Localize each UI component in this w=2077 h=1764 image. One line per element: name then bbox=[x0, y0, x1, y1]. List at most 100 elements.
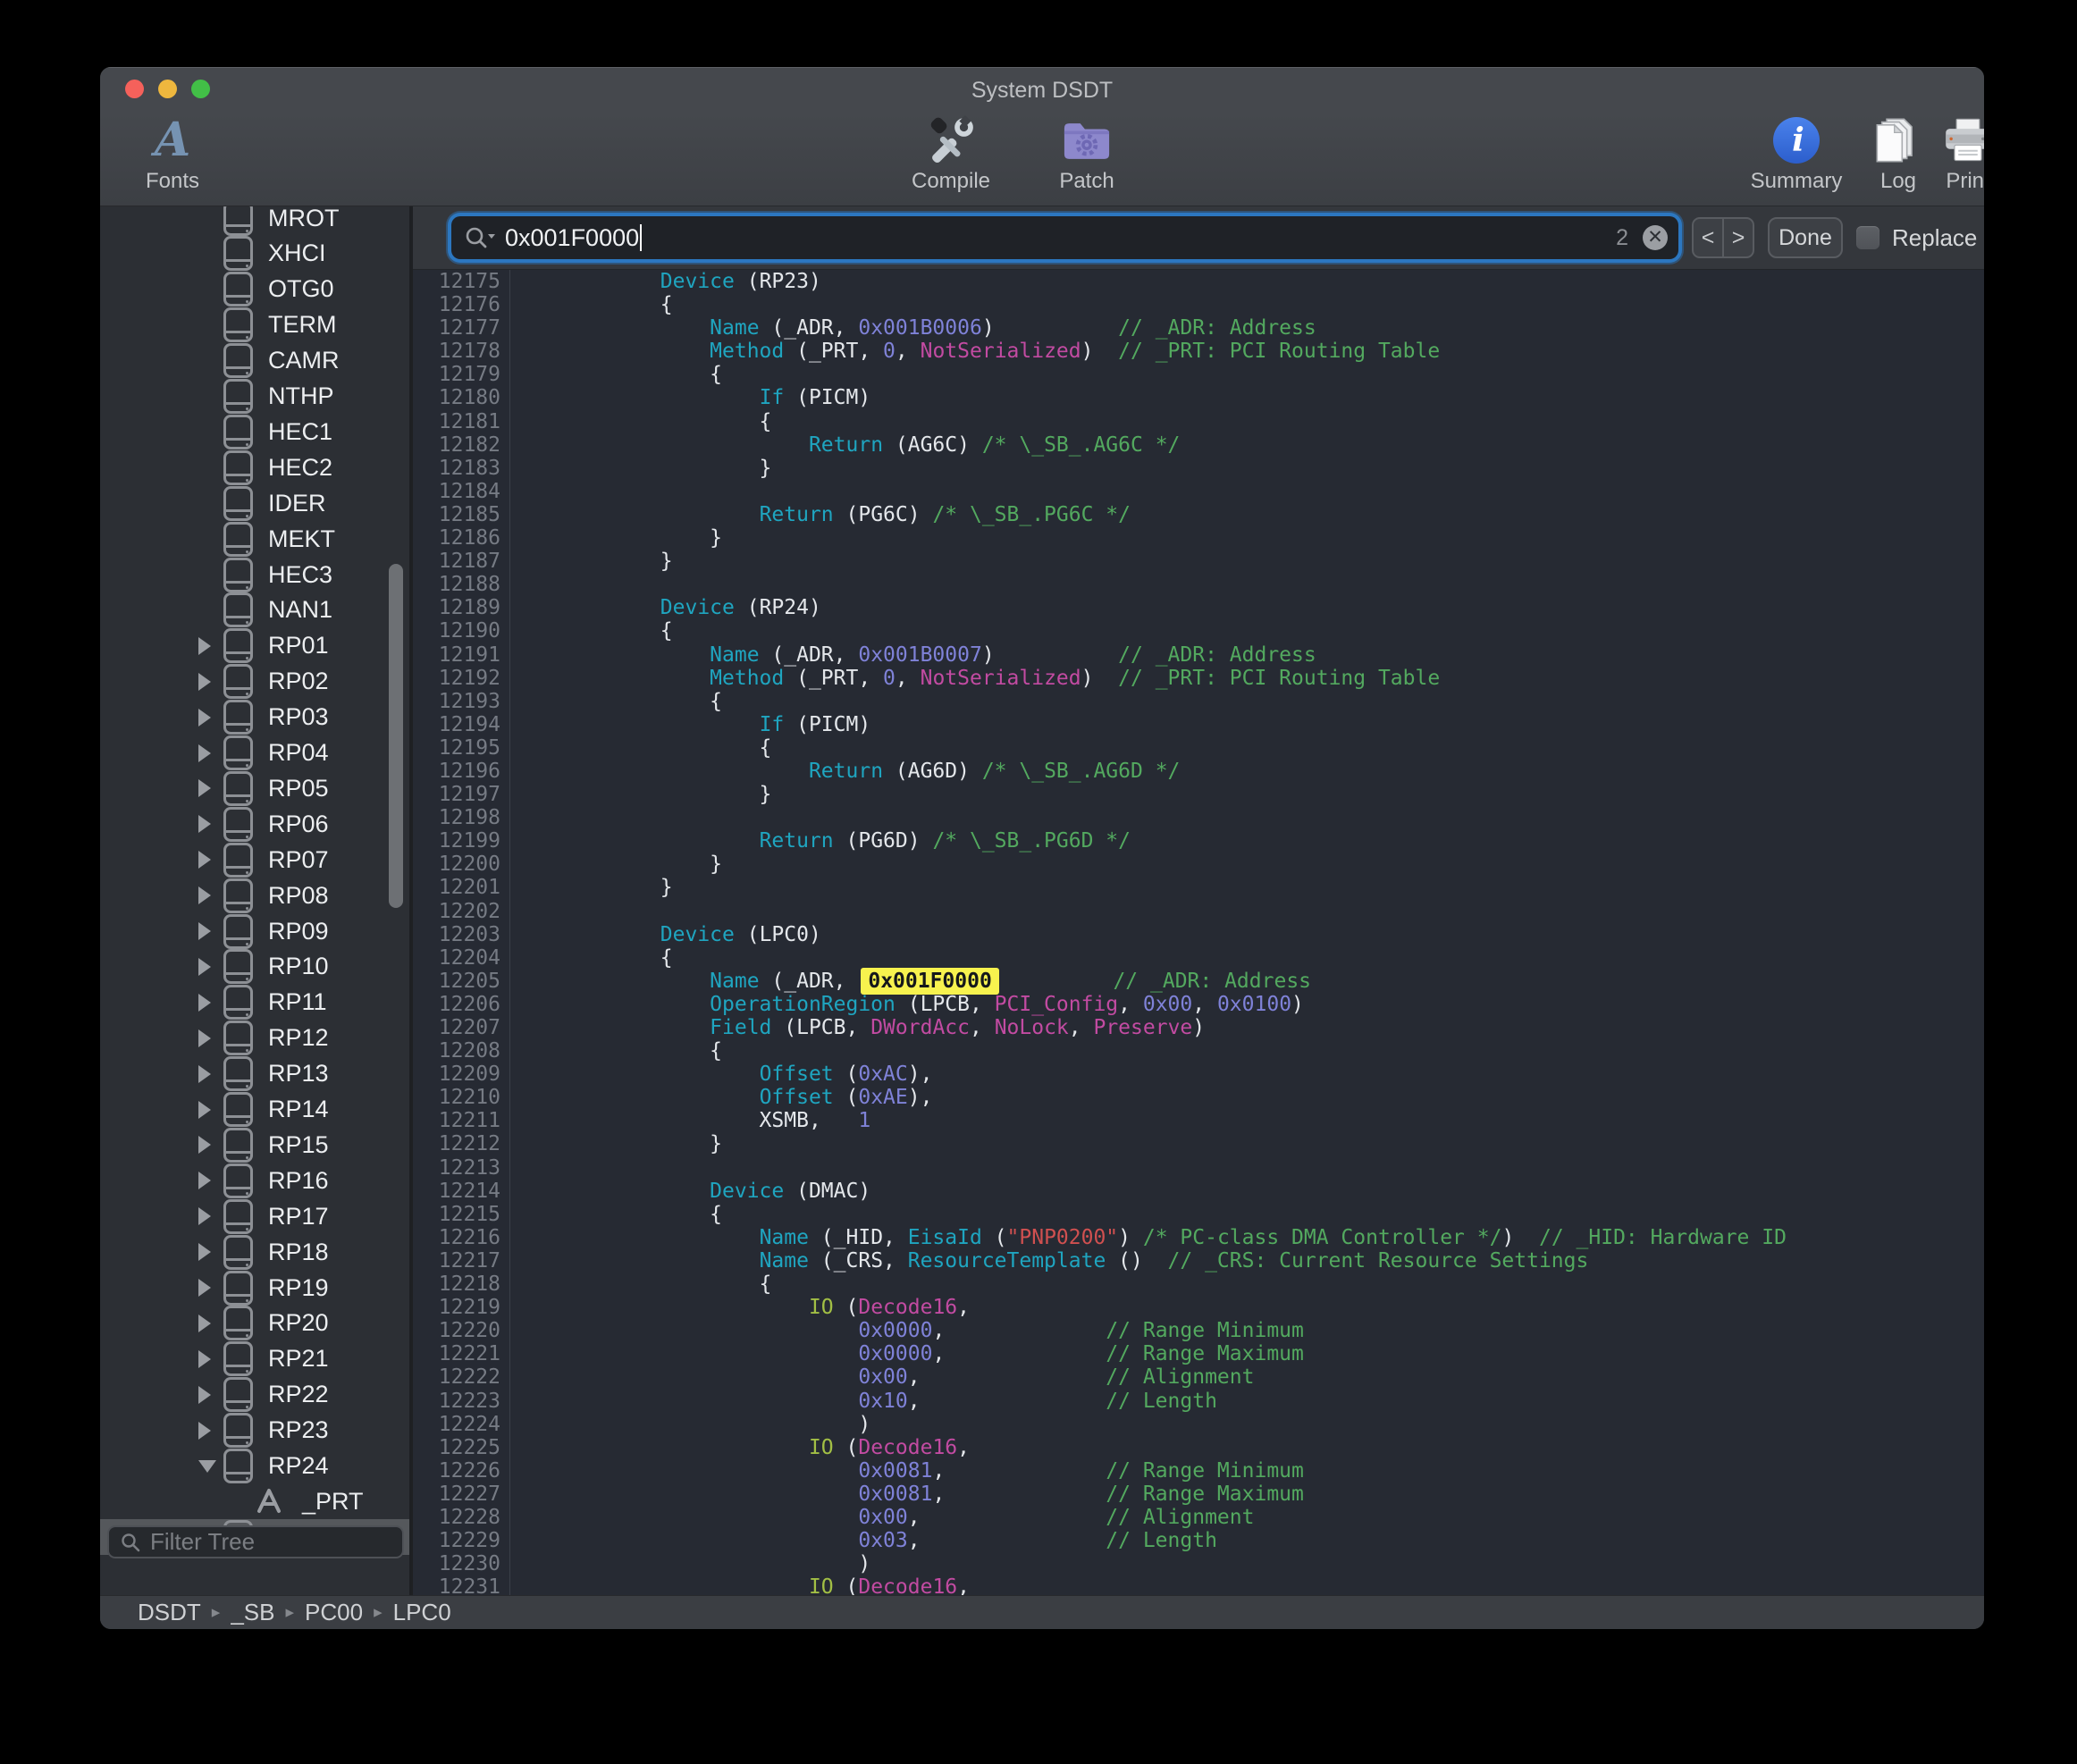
sidebar-item-hec2[interactable]: HEC2 bbox=[100, 449, 409, 485]
title-bar[interactable]: System DSDT bbox=[100, 67, 1984, 113]
sidebar-item-rp21[interactable]: RP21 bbox=[100, 1341, 409, 1377]
summary-button[interactable]: i Summary bbox=[1734, 115, 1859, 194]
code-line[interactable]: 12214 Device (DMAC) bbox=[413, 1180, 1984, 1203]
code-line[interactable]: 12221 0x0000, // Range Maximum bbox=[413, 1342, 1984, 1365]
sidebar-item-rp18[interactable]: RP18 bbox=[100, 1234, 409, 1270]
sidebar-item-rp15[interactable]: RP15 bbox=[100, 1127, 409, 1163]
sidebar-item-rp11[interactable]: RP11 bbox=[100, 985, 409, 1021]
sidebar-item-rp10[interactable]: RP10 bbox=[100, 949, 409, 985]
sidebar-item-rp17[interactable]: RP17 bbox=[100, 1198, 409, 1234]
code-line[interactable]: 12218 { bbox=[413, 1273, 1984, 1296]
print-button[interactable]: Print bbox=[1923, 115, 1984, 194]
sidebar-scrollbar[interactable] bbox=[389, 564, 403, 908]
sidebar-item-rp07[interactable]: RP07 bbox=[100, 842, 409, 878]
sidebar-item-camr[interactable]: CAMR bbox=[100, 343, 409, 379]
code-line[interactable]: 12207 Field (LPCB, DWordAcc, NoLock, Pre… bbox=[413, 1016, 1984, 1039]
code-line[interactable]: 12188 bbox=[413, 573, 1984, 596]
breadcrumb-item-dsdt[interactable]: DSDT bbox=[138, 1599, 201, 1626]
disclosure-collapsed-icon[interactable] bbox=[198, 1029, 211, 1047]
sidebar-item-xhci[interactable]: XHCI bbox=[100, 236, 409, 272]
sidebar-item-rp19[interactable]: RP19 bbox=[100, 1270, 409, 1306]
disclosure-collapsed-icon[interactable] bbox=[198, 673, 211, 691]
sidebar-item-rp16[interactable]: RP16 bbox=[100, 1163, 409, 1198]
breadcrumb-item-pc00[interactable]: PC00 bbox=[305, 1599, 363, 1626]
sidebar-item-mrot[interactable]: MROT bbox=[100, 206, 409, 236]
disclosure-collapsed-icon[interactable] bbox=[198, 815, 211, 833]
sidebar-item-rp24[interactable]: RP24 bbox=[100, 1449, 409, 1484]
disclosure-collapsed-icon[interactable] bbox=[198, 1207, 211, 1225]
code-line[interactable]: 12231 IO (Decode16, bbox=[413, 1575, 1984, 1595]
fonts-button[interactable]: A Fonts bbox=[114, 115, 231, 194]
code-line[interactable]: 12210 Offset (0xAE), bbox=[413, 1086, 1984, 1109]
code-line[interactable]: 12175 Device (RP23) bbox=[413, 270, 1984, 293]
sidebar-item-rp06[interactable]: RP06 bbox=[100, 806, 409, 842]
sidebar-item-rp13[interactable]: RP13 bbox=[100, 1056, 409, 1092]
code-line[interactable]: 12219 IO (Decode16, bbox=[413, 1296, 1984, 1319]
code-line[interactable]: 12196 Return (AG6D) /* \_SB_.AG6D */ bbox=[413, 760, 1984, 783]
code-line[interactable]: 12206 OperationRegion (LPCB, PCI_Config,… bbox=[413, 993, 1984, 1016]
code-line[interactable]: 12208 { bbox=[413, 1039, 1984, 1063]
code-line[interactable]: 12225 IO (Decode16, bbox=[413, 1436, 1984, 1459]
code-line[interactable]: 12198 bbox=[413, 806, 1984, 829]
code-line[interactable]: 12229 0x03, // Length bbox=[413, 1529, 1984, 1552]
disclosure-collapsed-icon[interactable] bbox=[198, 886, 211, 904]
code-line[interactable]: 12179 { bbox=[413, 363, 1984, 386]
code-line[interactable]: 12215 { bbox=[413, 1203, 1984, 1226]
code-line[interactable]: 12217 Name (_CRS, ResourceTemplate () //… bbox=[413, 1249, 1984, 1273]
sidebar-item-term[interactable]: TERM bbox=[100, 307, 409, 343]
replace-checkbox[interactable] bbox=[1856, 226, 1879, 249]
code-line[interactable]: 12220 0x0000, // Range Minimum bbox=[413, 1319, 1984, 1342]
disclosure-collapsed-icon[interactable] bbox=[198, 851, 211, 869]
search-input[interactable]: 0x001F0000 2 ✕ bbox=[451, 216, 1678, 259]
sidebar-item-nan1[interactable]: NAN1 bbox=[100, 592, 409, 628]
sidebar-item-rp01[interactable]: RP01 bbox=[100, 628, 409, 664]
sidebar-item-mekt[interactable]: MEKT bbox=[100, 521, 409, 557]
disclosure-collapsed-icon[interactable] bbox=[198, 1243, 211, 1261]
sidebar-item-rp20[interactable]: RP20 bbox=[100, 1306, 409, 1341]
code-line[interactable]: 12203 Device (LPC0) bbox=[413, 923, 1984, 946]
disclosure-collapsed-icon[interactable] bbox=[198, 1136, 211, 1154]
code-line[interactable]: 12224 ) bbox=[413, 1413, 1984, 1436]
find-previous-button[interactable]: < bbox=[1694, 219, 1724, 256]
code-line[interactable]: 12213 bbox=[413, 1156, 1984, 1180]
disclosure-collapsed-icon[interactable] bbox=[198, 637, 211, 655]
sidebar-item-_prt[interactable]: _PRT bbox=[100, 1483, 409, 1519]
breadcrumb-item-lpc0[interactable]: LPC0 bbox=[393, 1599, 451, 1626]
disclosure-collapsed-icon[interactable] bbox=[198, 1350, 211, 1368]
sidebar-item-nthp[interactable]: NTHP bbox=[100, 379, 409, 415]
disclosure-collapsed-icon[interactable] bbox=[198, 779, 211, 797]
code-line[interactable]: 12202 bbox=[413, 900, 1984, 923]
done-button[interactable]: Done bbox=[1768, 217, 1843, 258]
disclosure-collapsed-icon[interactable] bbox=[198, 994, 211, 1012]
code-line[interactable]: 12199 Return (PG6D) /* \_SB_.PG6D */ bbox=[413, 829, 1984, 853]
disclosure-collapsed-icon[interactable] bbox=[198, 1315, 211, 1332]
code-line[interactable]: 12223 0x10, // Length bbox=[413, 1390, 1984, 1413]
sidebar-item-rp04[interactable]: RP04 bbox=[100, 735, 409, 771]
clear-search-icon[interactable]: ✕ bbox=[1643, 225, 1668, 250]
sidebar-item-rp22[interactable]: RP22 bbox=[100, 1377, 409, 1413]
sidebar-item-rp02[interactable]: RP02 bbox=[100, 664, 409, 700]
code-line[interactable]: 12194 If (PICM) bbox=[413, 713, 1984, 736]
sidebar-item-rp08[interactable]: RP08 bbox=[100, 878, 409, 913]
code-line[interactable]: 12216 Name (_HID, EisaId ("PNP0200") /* … bbox=[413, 1226, 1984, 1249]
code-line[interactable]: 12178 Method (_PRT, 0, NotSerialized) //… bbox=[413, 340, 1984, 363]
sidebar-item-rp23[interactable]: RP23 bbox=[100, 1413, 409, 1449]
find-next-button[interactable]: > bbox=[1724, 219, 1753, 256]
code-line[interactable]: 12182 Return (AG6C) /* \_SB_.AG6C */ bbox=[413, 433, 1984, 457]
code-line[interactable]: 12222 0x00, // Alignment bbox=[413, 1365, 1984, 1389]
code-line[interactable]: 12187 } bbox=[413, 550, 1984, 573]
disclosure-expanded-icon[interactable] bbox=[198, 1460, 216, 1473]
disclosure-collapsed-icon[interactable] bbox=[198, 958, 211, 976]
code-line[interactable]: 12186 } bbox=[413, 526, 1984, 550]
code-line[interactable]: 12177 Name (_ADR, 0x001B0006) // _ADR: A… bbox=[413, 316, 1984, 340]
code-line[interactable]: 12191 Name (_ADR, 0x001B0007) // _ADR: A… bbox=[413, 643, 1984, 667]
compile-button[interactable]: Compile bbox=[879, 115, 1022, 194]
code-line[interactable]: 12204 { bbox=[413, 946, 1984, 970]
disclosure-collapsed-icon[interactable] bbox=[198, 1065, 211, 1083]
disclosure-collapsed-icon[interactable] bbox=[198, 1422, 211, 1440]
code-line[interactable]: 12176 { bbox=[413, 293, 1984, 316]
sidebar-item-rp09[interactable]: RP09 bbox=[100, 913, 409, 949]
search-menu-icon[interactable] bbox=[464, 225, 496, 250]
code-line[interactable]: 12227 0x0081, // Range Maximum bbox=[413, 1483, 1984, 1506]
code-line[interactable]: 12209 Offset (0xAC), bbox=[413, 1063, 1984, 1086]
